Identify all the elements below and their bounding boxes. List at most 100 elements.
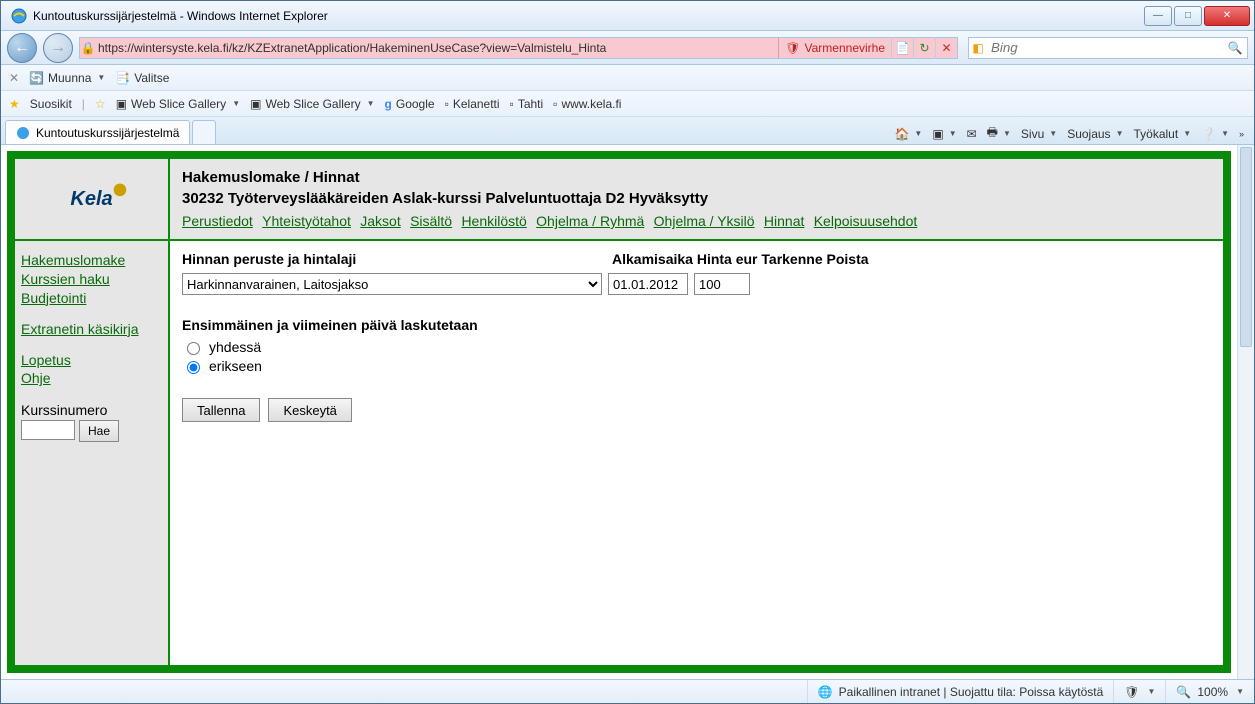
shield-icon: 🛡 bbox=[785, 41, 800, 55]
top-link-7[interactable]: Hinnat bbox=[764, 213, 804, 229]
scrollbar-thumb[interactable] bbox=[1240, 147, 1252, 347]
top-link-0[interactable]: Perustiedot bbox=[182, 213, 253, 229]
alkamisaika-input[interactable] bbox=[608, 273, 688, 295]
home-button[interactable]: 🏠▼ bbox=[894, 127, 922, 141]
page-subtitle: 30232 Työterveyslääkäreiden Aslak-kurssi… bbox=[182, 190, 1211, 207]
url-input[interactable] bbox=[96, 38, 778, 58]
side-link-ohje[interactable]: Ohje bbox=[21, 369, 162, 388]
add-favorite-icon[interactable]: ☆ bbox=[95, 97, 106, 111]
top-link-2[interactable]: Jaksot bbox=[360, 213, 400, 229]
minimize-button[interactable]: — bbox=[1144, 6, 1172, 26]
chevron-down-icon: ▼ bbox=[232, 99, 240, 108]
chevron-down-icon: ▼ bbox=[1221, 129, 1229, 138]
side-link-lopetus[interactable]: Lopetus bbox=[21, 351, 162, 370]
fav-label: Web Slice Gallery bbox=[131, 97, 226, 111]
fav-link-3[interactable]: ▫Kelanetti bbox=[445, 97, 500, 111]
top-link-5[interactable]: Ohjelma / Ryhmä bbox=[536, 213, 644, 229]
search-bar[interactable]: ◧ 🔍 bbox=[968, 37, 1248, 59]
forward-button[interactable]: → bbox=[43, 33, 73, 63]
overflow-icon[interactable]: » bbox=[1239, 129, 1244, 139]
mail-button[interactable]: ✉ bbox=[967, 127, 977, 141]
refresh-icon[interactable]: ↻ bbox=[913, 37, 935, 59]
fav-link-0[interactable]: ▣Web Slice Gallery▼ bbox=[116, 97, 240, 111]
back-button[interactable]: ← bbox=[7, 33, 37, 63]
suosikit-button[interactable]: Suosikit bbox=[30, 97, 72, 111]
new-tab-button[interactable] bbox=[192, 120, 216, 144]
stop-icon[interactable]: ✕ bbox=[935, 37, 957, 59]
address-bar[interactable]: 🔒 🛡 Varmennevirhe 📄 ↻ ✕ bbox=[79, 37, 958, 59]
help-icon: ❔ bbox=[1201, 127, 1216, 141]
peruste-select[interactable]: Harkinnanvarainen, Laitosjakso bbox=[182, 273, 602, 295]
close-toolbar-icon[interactable]: ✕ bbox=[9, 71, 19, 85]
header-main: Hakemuslomake / Hinnat 30232 Työterveysl… bbox=[170, 159, 1223, 239]
close-button[interactable]: ✕ bbox=[1204, 6, 1250, 26]
fav-label: Web Slice Gallery bbox=[265, 97, 360, 111]
globe-icon: 🌐 bbox=[818, 685, 833, 699]
statusbar: 🌐 Paikallinen intranet | Suojattu tila: … bbox=[1, 679, 1254, 703]
favorites-star-icon[interactable]: ★ bbox=[9, 97, 20, 111]
side-link-hakemuslomake[interactable]: Hakemuslomake bbox=[21, 251, 162, 270]
vertical-scrollbar[interactable] bbox=[1237, 145, 1254, 679]
valitse-button[interactable]: 📑 Valitse bbox=[115, 71, 169, 85]
help-button[interactable]: ❔▼ bbox=[1201, 127, 1229, 141]
page-menu-label: Sivu bbox=[1021, 127, 1044, 141]
tools-menu[interactable]: Työkalut▼ bbox=[1133, 127, 1191, 141]
print-button[interactable]: 🖶▼ bbox=[987, 123, 1011, 144]
app-frame: Kela⬤ Hakemuslomake / Hinnat 30232 Työte… bbox=[7, 151, 1231, 673]
fav-link-5[interactable]: ▫www.kela.fi bbox=[553, 97, 621, 111]
radio-erikseen[interactable] bbox=[187, 361, 200, 374]
page-icon: ▫ bbox=[510, 97, 514, 111]
top-link-6[interactable]: Ohjelma / Yksilö bbox=[654, 213, 755, 229]
protected-mode-icon-seg[interactable]: 🛡▼ bbox=[1113, 680, 1165, 703]
ie-icon bbox=[11, 8, 27, 24]
side-link-kurssien-haku[interactable]: Kurssien haku bbox=[21, 270, 162, 289]
window-title: Kuntoutuskurssijärjestelmä - Windows Int… bbox=[33, 9, 1144, 23]
tab-active[interactable]: Kuntoutuskurssijärjestelmä bbox=[5, 120, 190, 144]
save-button[interactable]: Tallenna bbox=[182, 398, 260, 422]
rss-icon: ▣ bbox=[250, 97, 261, 111]
shield-icon: 🛡 bbox=[1124, 685, 1139, 699]
top-nav-links: Perustiedot Yhteistyötahot Jaksot Sisält… bbox=[182, 213, 1211, 229]
convert-icon: 🔄 bbox=[29, 71, 44, 85]
search-icon[interactable]: 🔍 bbox=[1223, 41, 1247, 55]
tabstrip: Kuntoutuskurssijärjestelmä 🏠▼ ▣▼ ✉ 🖶▼ Si… bbox=[1, 117, 1254, 145]
top-link-8[interactable]: Kelpoisuusehdot bbox=[814, 213, 918, 229]
chevron-down-icon: ▼ bbox=[1116, 129, 1124, 138]
feeds-button[interactable]: ▣▼ bbox=[932, 127, 956, 141]
chevron-down-icon: ▼ bbox=[367, 99, 375, 108]
fav-link-2[interactable]: gGoogle bbox=[385, 97, 435, 111]
cert-error[interactable]: 🛡 Varmennevirhe bbox=[778, 38, 891, 58]
top-link-3[interactable]: Sisältö bbox=[410, 213, 452, 229]
zoom-control[interactable]: 🔍 100% ▼ bbox=[1165, 680, 1254, 703]
logo-badge-icon: ⬤ bbox=[113, 182, 126, 196]
fav-link-4[interactable]: ▫Tahti bbox=[510, 97, 544, 111]
command-bar: 🏠▼ ▣▼ ✉ 🖶▼ Sivu▼ Suojaus▼ Työkalut▼ ❔▼ » bbox=[216, 123, 1250, 144]
google-icon: g bbox=[385, 97, 392, 111]
search-input[interactable] bbox=[987, 38, 1223, 58]
safety-menu[interactable]: Suojaus▼ bbox=[1067, 127, 1123, 141]
zone-label: Paikallinen intranet | Suojattu tila: Po… bbox=[839, 685, 1104, 699]
cancel-button[interactable]: Keskeytä bbox=[268, 398, 351, 422]
chevron-down-icon: ▼ bbox=[914, 129, 922, 138]
muunna-label: Muunna bbox=[48, 71, 91, 85]
hinta-input[interactable] bbox=[694, 273, 750, 295]
maximize-button[interactable]: □ bbox=[1174, 6, 1202, 26]
side-link-budjetointi[interactable]: Budjetointi bbox=[21, 289, 162, 308]
top-link-1[interactable]: Yhteistyötahot bbox=[262, 213, 351, 229]
kurssinumero-input[interactable] bbox=[21, 420, 75, 440]
muunna-button[interactable]: 🔄 Muunna ▼ bbox=[29, 71, 105, 85]
top-link-4[interactable]: Henkilöstö bbox=[461, 213, 526, 229]
chevron-down-icon: ▼ bbox=[949, 129, 957, 138]
tools-menu-label: Työkalut bbox=[1133, 127, 1178, 141]
favorites-bar: ★ Suosikit | ☆ ▣Web Slice Gallery▼ ▣Web … bbox=[1, 91, 1254, 117]
radio-yhdessa[interactable] bbox=[187, 342, 200, 355]
hae-button[interactable]: Hae bbox=[79, 420, 119, 442]
fav-link-1[interactable]: ▣ Web Slice Gallery ▼ bbox=[250, 97, 374, 111]
side-link-extranet[interactable]: Extranetin käsikirja bbox=[21, 320, 162, 339]
navbar: ← → 🔒 🛡 Varmennevirhe 📄 ↻ ✕ ◧ 🔍 bbox=[1, 31, 1254, 65]
billing-section-title: Ensimmäinen ja viimeinen päivä laskuteta… bbox=[182, 317, 1211, 333]
security-zone[interactable]: 🌐 Paikallinen intranet | Suojattu tila: … bbox=[807, 680, 1114, 703]
page-menu[interactable]: Sivu▼ bbox=[1021, 127, 1057, 141]
column-headers: Hinnan peruste ja hintalaji Alkamisaika … bbox=[182, 251, 1211, 267]
compat-icon[interactable]: 📄 bbox=[891, 37, 913, 59]
